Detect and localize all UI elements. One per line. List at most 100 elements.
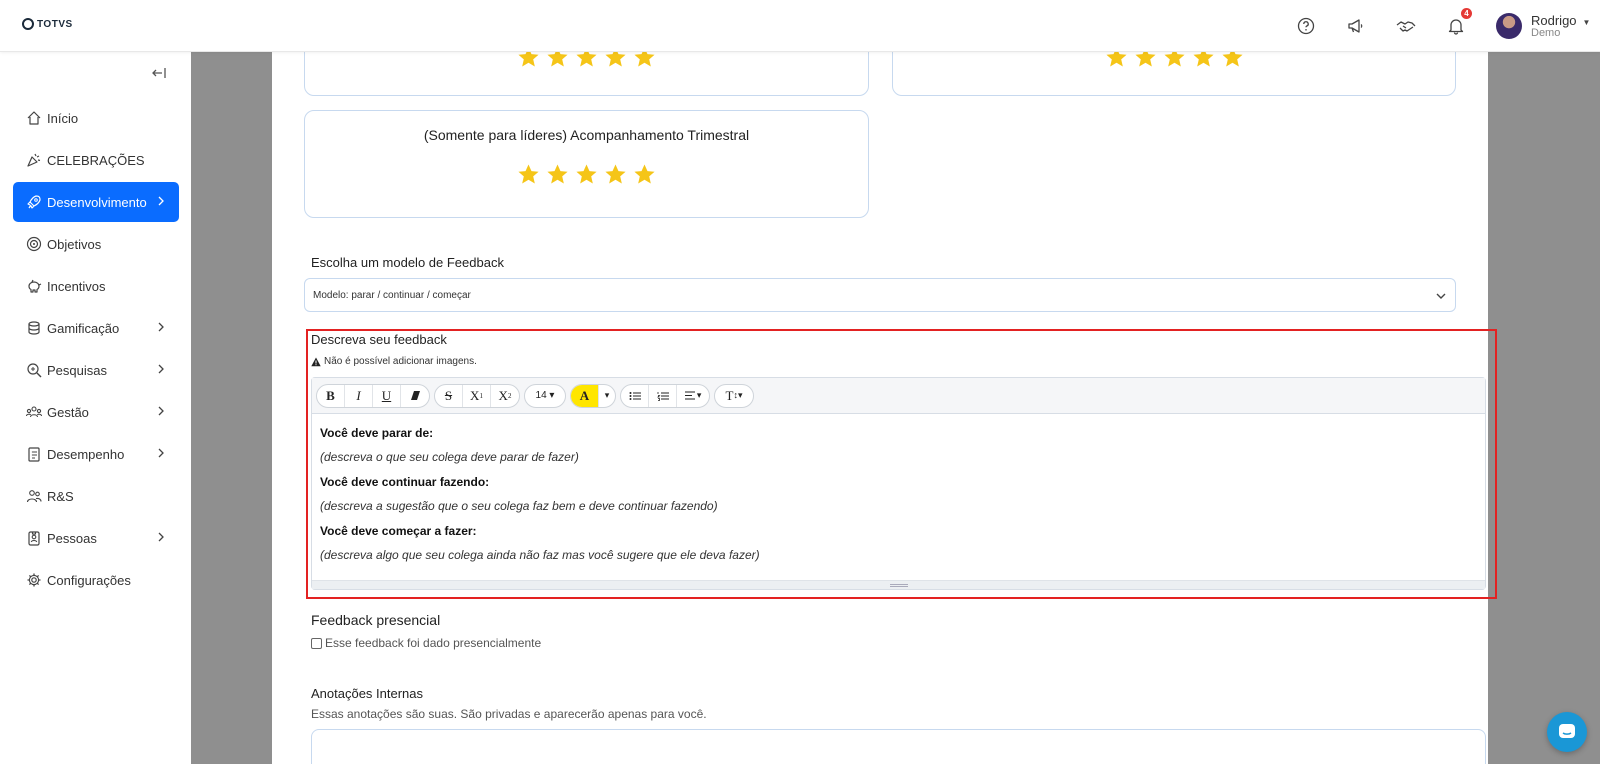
- chevron-right-icon: [155, 363, 167, 375]
- sidebar-item-configuracoes[interactable]: Configurações: [13, 560, 179, 600]
- user-menu[interactable]: Rodrigo Demo ▼: [1496, 13, 1590, 39]
- subscript-button[interactable]: X2: [491, 385, 519, 407]
- underline-button[interactable]: U: [373, 384, 401, 407]
- presencial-checkbox-label[interactable]: Esse feedback foi dado presencialmente: [325, 636, 541, 650]
- star-icon[interactable]: [575, 163, 598, 186]
- star-rating[interactable]: [305, 163, 868, 186]
- chat-button[interactable]: [1547, 712, 1587, 752]
- sidebar-nav: Início CELEBRAÇÕES Desenvolvimento Objetivo…: [13, 98, 179, 602]
- sidebar-item-incentivos[interactable]: Incentivos: [13, 266, 179, 306]
- numbered-list-button[interactable]: [649, 384, 677, 407]
- star-icon[interactable]: [517, 163, 540, 186]
- user-name: Rodrigo: [1531, 12, 1577, 28]
- bullet-list-icon: [629, 391, 641, 400]
- eraser-button[interactable]: [401, 385, 429, 407]
- presencial-title: Feedback presencial: [311, 612, 441, 628]
- megaphone-icon[interactable]: [1346, 16, 1366, 36]
- chevron-right-icon: [155, 321, 167, 333]
- editor-heading: Você deve começar a fazer:: [320, 524, 477, 538]
- sidebar-item-label: Gestão: [47, 404, 89, 420]
- user-role: Demo: [1531, 26, 1561, 39]
- gear-icon: [25, 572, 42, 589]
- sidebar-item-label: CELEBRAÇÕES: [47, 152, 145, 168]
- help-icon[interactable]: [1296, 16, 1316, 36]
- sidebar-item-r-s[interactable]: R&S: [13, 476, 179, 516]
- text-style-caret: ↕▾: [733, 390, 743, 400]
- editor-heading: Você deve parar de:: [320, 426, 434, 440]
- font-size-group: 14 ▾: [524, 383, 566, 408]
- editor-heading: Você deve continuar fazendo:: [320, 475, 490, 489]
- font-size-dropdown[interactable]: 14 ▾: [525, 385, 565, 407]
- star-icon[interactable]: [633, 163, 656, 186]
- numbered-list-icon: [656, 391, 669, 401]
- superscript-button[interactable]: X1: [463, 384, 491, 407]
- party-icon: [25, 152, 42, 169]
- bold-button[interactable]: B: [317, 384, 345, 407]
- star-icon[interactable]: [546, 163, 569, 186]
- editor-hint: (descreva algo que seu colega ainda não …: [320, 548, 760, 562]
- sidebar-item-gestao[interactable]: Gestão: [13, 392, 179, 432]
- color-dropdown[interactable]: ▾: [599, 385, 615, 407]
- internal-notes-input[interactable]: [311, 729, 1486, 764]
- sidebar-item-pessoas[interactable]: Pessoas: [13, 518, 179, 558]
- avatar: [1496, 13, 1522, 39]
- select-value: Modelo: parar / continuar / começar: [313, 289, 471, 301]
- bell-icon[interactable]: 4: [1446, 8, 1472, 36]
- strikethrough-button[interactable]: S: [435, 384, 463, 407]
- subscript-mark: 2: [507, 391, 512, 400]
- superscript-mark: 1: [479, 391, 483, 400]
- coins-icon: [25, 320, 42, 337]
- editor-content[interactable]: Você deve parar de: (descreva o que seu c…: [312, 414, 1485, 564]
- sidebar-item-desenvolvimento[interactable]: Desenvolvimento: [13, 182, 179, 222]
- sidebar-item-label: Gamificação: [47, 320, 120, 336]
- sidebar-item-label: Pessoas: [47, 530, 97, 546]
- sidebar-item-label: R&S: [47, 488, 74, 504]
- chevron-right-icon: [155, 195, 167, 207]
- notes-subtitle: Essas anotações são suas. São privadas e…: [311, 707, 707, 721]
- subscript-label: X: [498, 387, 508, 403]
- search-icon: [25, 362, 42, 379]
- handshake-icon[interactable]: [1396, 16, 1416, 36]
- rocket-icon: [25, 194, 42, 211]
- feedback-model-select[interactable]: Modelo: parar / continuar / começar: [304, 278, 1456, 312]
- star-icon[interactable]: [604, 163, 627, 186]
- notes-title: Anotações Internas: [311, 686, 424, 701]
- sidebar: Início CELEBRAÇÕES Desenvolvimento Objetivo…: [0, 52, 191, 764]
- sidebar-item-label: Objetivos: [47, 236, 102, 252]
- people-icon: [25, 488, 42, 505]
- model-label: Escolha um modelo de Feedback: [311, 255, 504, 270]
- sidebar-item-objetivos[interactable]: Objetivos: [13, 224, 179, 264]
- chevron-right-icon: [155, 531, 167, 543]
- grip-icon: [889, 583, 908, 587]
- editor-hint: (descreva a sugestão que o seu colega fa…: [320, 499, 718, 513]
- align-dropdown[interactable]: ▾: [677, 385, 709, 407]
- notification-badge: 4: [1461, 8, 1472, 19]
- sidebar-item-celebracoes[interactable]: CELEBRAÇÕES: [13, 140, 179, 180]
- sidebar-item-label: Desempenho: [47, 446, 125, 462]
- sidebar-item-label: Pesquisas: [47, 362, 107, 378]
- totvs-logo[interactable]: TOTVS: [22, 18, 73, 30]
- text-color-button[interactable]: A: [571, 384, 599, 407]
- rich-text-editor[interactable]: B I U S X1 X2 14 ▾ A ▾ ▾ T ↕▾ Você deve …: [311, 377, 1486, 590]
- italic-button[interactable]: I: [345, 384, 373, 407]
- editor-resize-handle[interactable]: [312, 580, 1485, 589]
- sidebar-item-inicio[interactable]: Início: [13, 98, 179, 138]
- color-group: A ▾: [570, 383, 616, 408]
- chevron-right-icon: [155, 405, 167, 417]
- sidebar-item-desempenho[interactable]: Desempenho: [13, 434, 179, 474]
- text-style-dropdown[interactable]: T ↕▾: [715, 385, 753, 407]
- sidebar-item-label: Incentivos: [47, 278, 106, 294]
- script-group: S X1 X2: [434, 383, 520, 408]
- sidebar-item-pesquisas[interactable]: Pesquisas: [13, 350, 179, 390]
- sidebar-item-label: Desenvolvimento: [47, 194, 147, 210]
- bullet-list-button[interactable]: [621, 384, 649, 407]
- sidebar-item-gamificacao[interactable]: Gamificação: [13, 308, 179, 348]
- format-group: B I U: [316, 383, 430, 408]
- presencial-checkbox[interactable]: [311, 637, 322, 649]
- team-icon: [25, 404, 42, 421]
- presencial-checkbox-row[interactable]: Esse feedback foi dado presencialmente: [311, 636, 541, 650]
- collapse-sidebar-icon[interactable]: [152, 66, 166, 82]
- sidebar-item-label: Configurações: [47, 572, 131, 588]
- logo-ring-icon: [22, 18, 34, 30]
- text-style-label: T: [725, 387, 734, 403]
